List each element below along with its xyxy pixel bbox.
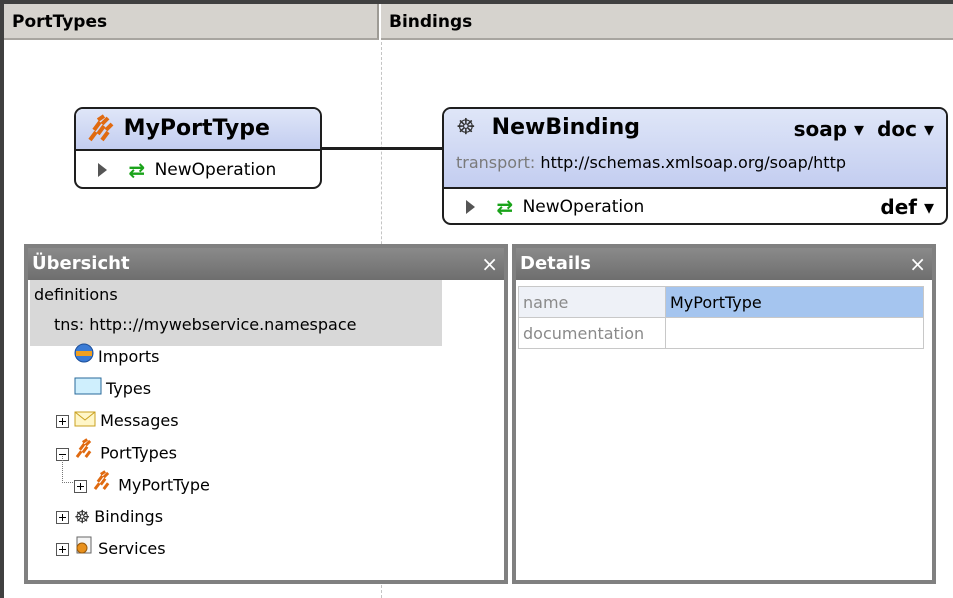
chevron-down-icon: ▾	[923, 117, 934, 141]
expand-plus-icon[interactable]	[56, 415, 69, 428]
operation-arrows-icon: ⇄	[128, 158, 145, 182]
close-icon[interactable]: ×	[481, 248, 498, 280]
expand-plus-icon[interactable]	[74, 479, 87, 493]
tree-item-porttypes[interactable]: PortTypes	[56, 438, 177, 468]
tree-item-messages[interactable]: Messages	[56, 406, 179, 436]
overview-panel: Übersicht × definitions tns: http:://myw…	[24, 244, 508, 584]
porttypes-column-header[interactable]: PortTypes	[4, 4, 379, 40]
bindings-column-header[interactable]: Bindings	[381, 4, 953, 40]
binding-icon: ☸	[456, 115, 476, 140]
tree-item-myporttype[interactable]: MyPortType	[74, 470, 210, 500]
porttype-icon	[92, 470, 114, 502]
services-icon	[74, 535, 94, 565]
doc-select[interactable]: doc ▾	[877, 117, 934, 141]
details-value-name[interactable]: MyPortType	[665, 286, 924, 318]
binding-title[interactable]: NewBinding	[492, 115, 640, 140]
close-icon[interactable]: ×	[909, 248, 926, 280]
binding-box[interactable]: ☸ NewBinding soap ▾ doc ▾ transport: htt…	[442, 107, 948, 225]
details-key-documentation: documentation	[518, 317, 666, 349]
binding-operation-row[interactable]: ⇄ NewOperation def ▾	[444, 189, 946, 223]
tree-item-bindings[interactable]: ☸ Bindings	[56, 502, 163, 532]
expand-triangle-icon[interactable]	[98, 163, 107, 177]
tree-item-types[interactable]: Types	[74, 374, 151, 404]
tree-item-imports[interactable]: Imports	[74, 342, 159, 372]
details-value-documentation[interactable]	[665, 317, 924, 349]
transport-label: transport:	[456, 153, 536, 172]
overview-titlebar: Übersicht ×	[28, 248, 504, 280]
expand-plus-icon[interactable]	[56, 543, 69, 556]
porttype-binding-connector	[320, 147, 446, 150]
chevron-down-icon: ▾	[854, 117, 865, 141]
porttype-operation-label[interactable]: NewOperation	[155, 160, 277, 180]
expand-plus-icon[interactable]	[56, 511, 69, 524]
porttypes-header-label: PortTypes	[12, 12, 108, 32]
tree-item-definitions[interactable]: definitions	[34, 280, 118, 310]
imports-icon	[74, 343, 94, 373]
def-select[interactable]: def ▾	[880, 189, 934, 223]
tree-item-tns[interactable]: tns: http:://mywebservice.namespace	[54, 310, 356, 340]
transport-value[interactable]: http://schemas.xmlsoap.org/soap/http	[540, 153, 846, 172]
porttype-title[interactable]: MyPortType	[124, 116, 270, 141]
types-icon	[74, 375, 102, 405]
chevron-down-icon: ▾	[923, 195, 934, 219]
porttype-operation-row[interactable]: ⇄ NewOperation	[76, 151, 320, 187]
details-key-name: name	[518, 286, 666, 318]
expand-triangle-icon[interactable]	[466, 200, 475, 214]
bindings-header-label: Bindings	[389, 12, 473, 32]
details-titlebar: Details ×	[516, 248, 932, 280]
binding-icon: ☸	[74, 506, 91, 528]
tree-connector-line	[62, 456, 73, 483]
details-row-name[interactable]: name MyPortType	[518, 286, 924, 318]
details-table: name MyPortType documentation	[518, 286, 924, 349]
binding-operation-label[interactable]: NewOperation	[523, 197, 645, 217]
message-envelope-icon	[74, 407, 96, 437]
porttype-icon	[86, 114, 116, 144]
tree-item-services[interactable]: Services	[56, 534, 166, 564]
binding-style-selects: soap ▾ doc ▾	[794, 117, 934, 141]
details-panel: Details × name MyPortType documentation	[512, 244, 936, 584]
porttype-icon	[74, 438, 96, 470]
overview-title: Übersicht	[32, 253, 130, 274]
overview-tree: definitions tns: http:://mywebservice.na…	[28, 280, 504, 580]
wsdl-editor-window: PortTypes Bindings MyPortType ⇄ NewOpera…	[0, 0, 953, 598]
details-row-documentation[interactable]: documentation	[518, 317, 924, 349]
details-title: Details	[520, 253, 591, 274]
soap-select[interactable]: soap ▾	[794, 117, 864, 141]
porttype-box[interactable]: MyPortType ⇄ NewOperation	[74, 107, 322, 189]
operation-arrows-icon: ⇄	[496, 195, 513, 219]
